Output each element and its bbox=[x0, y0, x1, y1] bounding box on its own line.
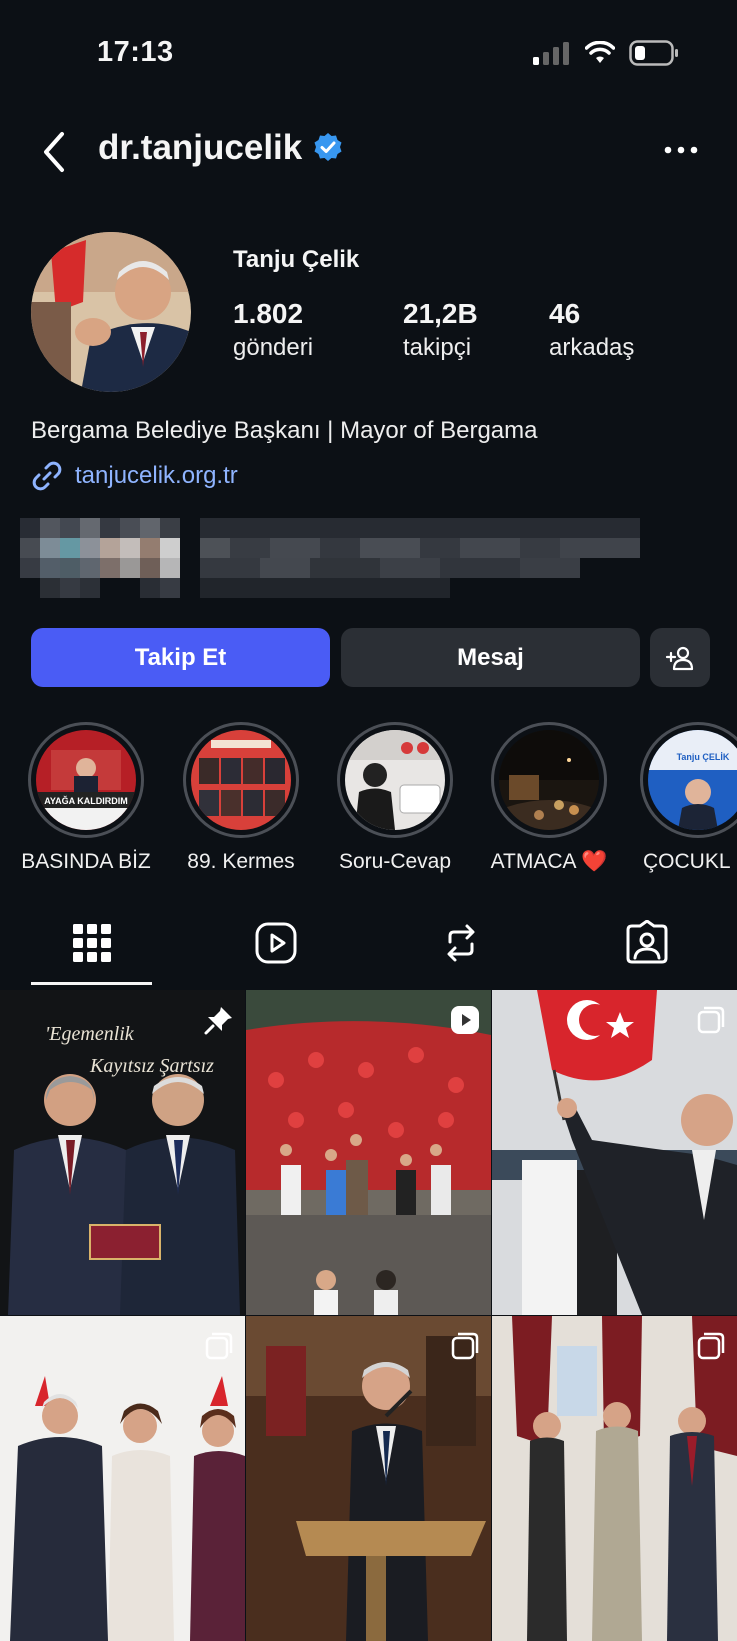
blurred-text bbox=[20, 518, 640, 598]
pinned-icon bbox=[204, 1007, 232, 1035]
carousel-icon bbox=[451, 1332, 479, 1360]
status-icons bbox=[533, 40, 679, 66]
highlight-ring bbox=[491, 722, 607, 838]
highlight-soru-cevap[interactable]: Soru-Cevap bbox=[320, 722, 470, 874]
profile-link[interactable]: tanjucelik.org.tr bbox=[31, 460, 238, 492]
post-caption-line2: Kayıtsız Şartsız bbox=[89, 1055, 214, 1077]
highlight-ring bbox=[337, 722, 453, 838]
highlight-label: ATMACA ❤️ bbox=[490, 850, 608, 873]
tagged-tab-icon[interactable] bbox=[624, 920, 670, 966]
highlight-ring: AYAĞA KALDIRDIM bbox=[28, 722, 144, 838]
highlight-label: 89. Kermes bbox=[187, 850, 295, 873]
bio-text: Bergama Belediye Başkanı | Mayor of Berg… bbox=[31, 417, 538, 444]
posts-label: gönderi bbox=[233, 334, 314, 361]
active-tab-indicator bbox=[31, 982, 152, 985]
highlight-cover: Tanju ÇELİK bbox=[648, 730, 737, 830]
profile-link-text: tanjucelik.org.tr bbox=[75, 462, 238, 489]
profile-avatar[interactable] bbox=[31, 232, 191, 392]
display-name: Tanju Çelik bbox=[233, 246, 360, 273]
reels-tab-icon[interactable] bbox=[253, 920, 299, 966]
highlight-kermes[interactable]: 89. Kermes bbox=[166, 722, 316, 874]
status-time: 17:13 bbox=[97, 36, 174, 68]
post-tile[interactable] bbox=[246, 1316, 491, 1641]
back-arrow-icon[interactable] bbox=[38, 130, 72, 174]
highlight-banner-text: Tanju ÇELİK bbox=[677, 752, 730, 762]
wifi-icon bbox=[585, 41, 615, 63]
highlight-cover bbox=[191, 730, 291, 830]
highlight-label: ÇOCUKL bbox=[643, 850, 731, 873]
profile-header: dr.tanjucelik bbox=[98, 128, 344, 168]
reposts-tab-icon[interactable] bbox=[438, 920, 484, 966]
reel-icon bbox=[451, 1006, 479, 1034]
follow-button[interactable]: Takip Et bbox=[31, 628, 330, 687]
carousel-icon bbox=[697, 1332, 725, 1360]
highlight-ring: Tanju ÇELİK bbox=[640, 722, 737, 838]
highlight-cover bbox=[499, 730, 599, 830]
highlight-label: BASINDA BİZ bbox=[21, 850, 151, 873]
followers-count: 21,2B bbox=[403, 298, 478, 329]
highlight-atmaca[interactable]: ATMACA ❤️ bbox=[474, 722, 624, 874]
username: dr.tanjucelik bbox=[98, 128, 303, 167]
following-label: arkadaş bbox=[549, 334, 635, 361]
highlight-cocuklar[interactable]: Tanju ÇELİK ÇOCUKL bbox=[628, 722, 737, 874]
highlight-cover: AYAĞA KALDIRDIM bbox=[36, 730, 136, 830]
highlight-banner-text: AYAĞA KALDIRDIM bbox=[44, 795, 128, 806]
post-tile[interactable] bbox=[492, 1316, 737, 1641]
posts-count: 1.802 bbox=[233, 298, 304, 329]
add-person-icon bbox=[665, 646, 694, 670]
carousel-icon bbox=[697, 1006, 725, 1034]
message-button[interactable]: Mesaj bbox=[341, 628, 640, 687]
followers-label: takipçi bbox=[403, 334, 472, 361]
carousel-icon bbox=[205, 1332, 233, 1360]
highlight-cover bbox=[345, 730, 445, 830]
stat-posts[interactable]: 1.802 gönderi bbox=[233, 298, 313, 362]
battery-icon bbox=[629, 40, 678, 66]
signal-icon bbox=[533, 42, 569, 65]
stat-followers[interactable]: 21,2B takipçi bbox=[403, 298, 478, 362]
post-tile[interactable]: 'Egemenlik Kayıtsız Şartsız bbox=[0, 990, 245, 1315]
post-tile[interactable] bbox=[246, 990, 491, 1315]
post-tile[interactable] bbox=[0, 1316, 245, 1641]
highlight-basinda-biz[interactable]: AYAĞA KALDIRDIM BASINDA BİZ bbox=[11, 722, 161, 874]
verified-badge-icon bbox=[314, 133, 342, 161]
highlight-ring bbox=[183, 722, 299, 838]
post-tile[interactable] bbox=[492, 990, 737, 1315]
grid-tab-icon[interactable] bbox=[69, 920, 115, 966]
post-caption-line1: 'Egemenlik bbox=[45, 1023, 135, 1045]
link-icon bbox=[32, 461, 62, 491]
suggest-people-button[interactable] bbox=[650, 628, 710, 687]
stat-following[interactable]: 46 arkadaş bbox=[549, 298, 634, 362]
highlight-label: Soru-Cevap bbox=[338, 850, 452, 873]
more-options-icon[interactable] bbox=[661, 140, 701, 160]
following-count: 46 bbox=[549, 298, 581, 329]
